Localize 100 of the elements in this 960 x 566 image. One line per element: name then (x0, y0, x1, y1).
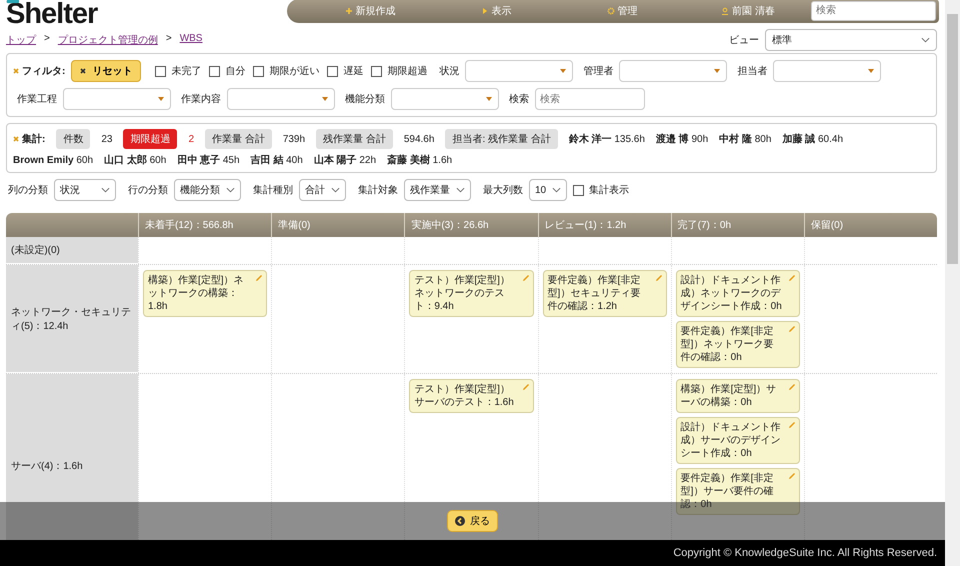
copyright-text: Copyright © KnowledgeSuite Inc. All Rights Reserved. (673, 547, 937, 559)
chevron-icon (552, 187, 562, 193)
checkbox[interactable] (209, 66, 220, 76)
task-card[interactable]: 設計）ドキュメント作成）ネットワークのデザインシート作成：0h (676, 270, 800, 317)
chevron-icon (331, 187, 340, 193)
assignee-hours: 渡邉 博 90h (656, 132, 708, 146)
caret-icon (322, 97, 328, 101)
task-card[interactable]: 構築）作業[定型]）ネットワークの構築：1.8h (143, 270, 268, 317)
task-card[interactable]: 要件定義）作業[非定型]）サーバ要件の確認：0h (676, 468, 800, 515)
chevron-icon (226, 187, 235, 193)
pencil-icon[interactable] (522, 383, 530, 391)
assignee-hours: 山本 陽子 22h (314, 154, 376, 167)
stat-value: 23 (101, 134, 112, 144)
filter-title: フィルタ: (13, 64, 66, 78)
checkbox[interactable] (253, 66, 264, 76)
stat-tag: 残作業量 合計 (316, 129, 393, 149)
checkbox[interactable] (155, 66, 166, 76)
chevron-icon (921, 37, 930, 43)
control-label: 集計対象 (358, 184, 398, 197)
task-card[interactable]: 構築）作業[定型]）サーバの構築：0h (676, 379, 800, 413)
stat-tag: 作業量 合計 (205, 129, 272, 149)
scrollbar[interactable] (945, 0, 960, 566)
plus-icon (344, 6, 352, 14)
pencil-icon[interactable] (654, 274, 663, 282)
breadcrumb-separator: > (44, 33, 50, 46)
view-dropdown[interactable]: 標準 (765, 29, 937, 51)
back-button[interactable]: 戻る (447, 510, 498, 532)
assignee-hours: 中村 隆 80h (719, 132, 772, 146)
checkbox[interactable] (573, 184, 584, 196)
checkbox[interactable] (327, 66, 338, 76)
assignee-hours: 山口 太郎 60h (104, 153, 166, 167)
pencil-icon[interactable] (788, 274, 796, 282)
checkbox[interactable] (371, 66, 382, 76)
assignee-hours: 鈴木 洋一 135.6h (568, 132, 645, 146)
filter-dropdown[interactable] (227, 88, 335, 110)
row-header: ネットワーク・セキュリティ(5)：12.4h (6, 265, 138, 373)
filter-dropdown[interactable] (465, 60, 574, 82)
reset-button[interactable]: リセット (71, 60, 142, 82)
row-header: (未設定)(0) (6, 237, 138, 264)
column-header: 未着手(12)：566.8h (138, 213, 272, 237)
stat-value: 2 (188, 134, 194, 144)
pencil-icon[interactable] (255, 274, 264, 282)
filter-label: 作業工程 (17, 92, 57, 106)
chevron-icon (101, 187, 110, 193)
chevron-icon (456, 187, 465, 193)
checkbox-label: 期限超過 (387, 64, 428, 78)
caret-icon (560, 69, 566, 73)
dropdown[interactable]: 10 (529, 179, 568, 201)
breadcrumb-link[interactable]: プロジェクト管理の例 (58, 33, 158, 47)
nav-link[interactable]: 前園 清春 (685, 4, 811, 18)
dropdown[interactable]: 機能分類 (174, 179, 241, 201)
filter-dropdown[interactable] (773, 60, 882, 82)
stat-tag: 期限超過 (123, 129, 178, 149)
dropdown[interactable]: 残作業量 (404, 179, 471, 201)
pencil-icon[interactable] (788, 472, 796, 480)
filter-dropdown[interactable] (391, 88, 499, 110)
column-header: 完了(7)：0h (670, 213, 804, 237)
task-card[interactable]: テスト）作業[定型]）サーバのテスト：1.6h (409, 379, 534, 413)
breadcrumb-link[interactable]: WBS (180, 33, 202, 47)
breadcrumb-link[interactable]: トップ (6, 33, 36, 47)
breadcrumb-separator: > (166, 33, 172, 46)
pencil-icon[interactable] (522, 274, 530, 282)
gear-icon (606, 6, 614, 14)
row-header: サーバ(4)：1.6h (6, 374, 138, 540)
search-field[interactable]: 検索 (811, 0, 936, 20)
pencil-icon[interactable] (788, 383, 796, 391)
assignee-hours: 田中 恵子 45h (177, 154, 240, 167)
dropdown[interactable]: 合計 (299, 179, 346, 201)
task-card[interactable]: 設計）ドキュメント作成）サーバのデザインシート作成：0h (676, 417, 800, 464)
control-label: 集計種別 (253, 184, 293, 197)
logo: Shelter (6, 0, 99, 29)
filter-dropdown[interactable] (619, 60, 728, 82)
task-card[interactable]: 要件定義）作業[非定型]）ネットワーク要件の確認：0h (676, 321, 800, 368)
filter-label: 担当者 (737, 64, 768, 78)
stat-tag: 件数 (56, 129, 90, 149)
checkbox-label: 遅延 (343, 65, 364, 78)
pencil-icon[interactable] (788, 325, 796, 333)
task-card[interactable]: テスト）作業[定型]）ネットワークのテスト：9.4h (409, 270, 534, 317)
filter-label: 機能分類 (345, 92, 385, 106)
pencil-icon[interactable] (788, 421, 796, 429)
caret-icon (868, 69, 874, 73)
dropdown[interactable]: 状況 (54, 179, 116, 201)
filter-dropdown[interactable] (63, 88, 171, 110)
column-header: 実施中(3)：26.6h (404, 213, 538, 237)
search-field[interactable]: 検索 (535, 88, 645, 110)
assignee-hours: Brown Emily 60h (13, 154, 94, 166)
view-label: ビュー (729, 34, 759, 47)
column-header: レビュー(1)：1.2h (538, 213, 671, 237)
filter-label: 検索 (509, 92, 529, 106)
filter-label: 管理者 (583, 64, 614, 78)
assignee-hours: 吉田 結 40h (250, 154, 303, 167)
caret-icon (714, 69, 720, 73)
nav-link[interactable]: 新規作成 (307, 4, 433, 18)
column-header: 準備(0) (271, 213, 404, 237)
filter-label: 作業内容 (181, 92, 221, 106)
control-label: 行の分類 (128, 184, 168, 197)
checkbox-label: 期限が近い (269, 64, 320, 78)
cross-icon (13, 136, 19, 142)
filter-label: 状況 (439, 64, 460, 78)
task-card[interactable]: 要件定義）作業[非定型]）セキュリティ要件の確認：1.2h (542, 270, 667, 317)
